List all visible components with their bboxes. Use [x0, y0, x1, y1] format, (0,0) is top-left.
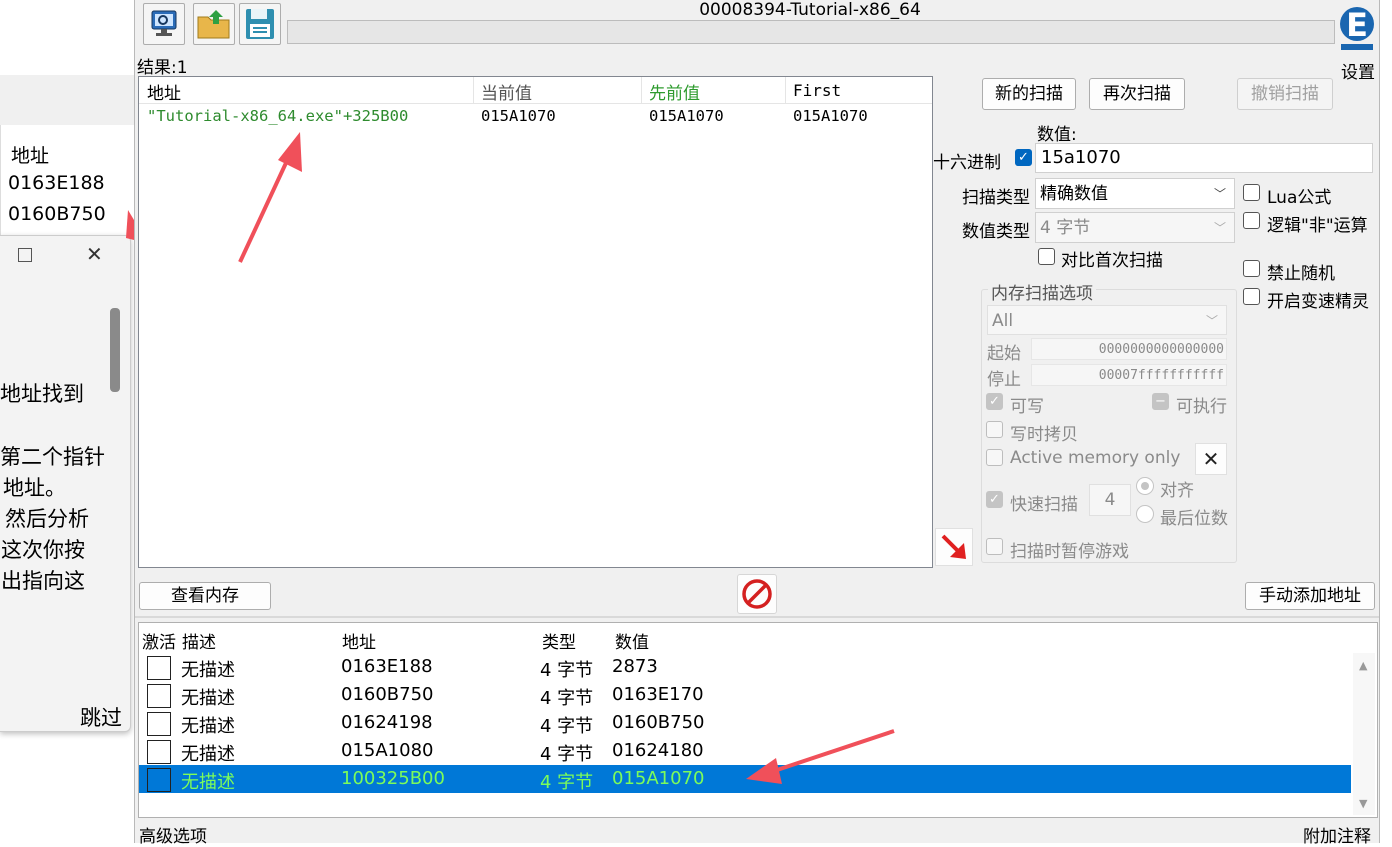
annotation-arrows	[126, 132, 895, 784]
annotation-arrow-fragment	[126, 210, 134, 240]
annotation-arrow-icon	[746, 729, 895, 784]
annotation-arrow-icon	[238, 132, 302, 263]
